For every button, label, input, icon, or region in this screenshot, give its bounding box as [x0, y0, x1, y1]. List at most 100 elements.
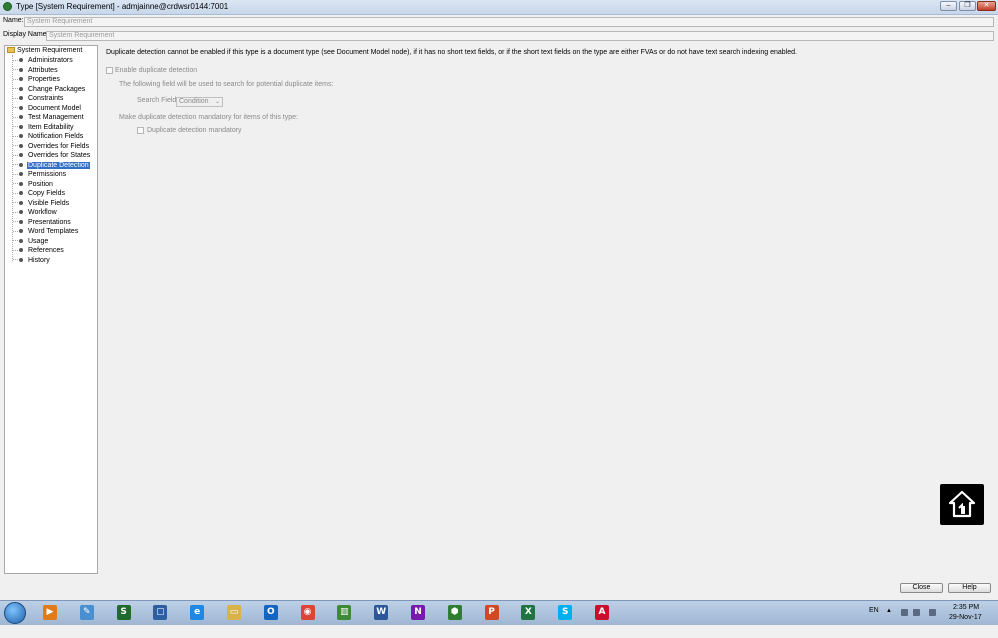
tree-branch-line: [13, 78, 18, 80]
tree-item-label: Overrides for States: [28, 152, 91, 159]
tree-item-label: Visible Fields: [28, 199, 70, 207]
bullet-icon: [19, 181, 23, 186]
tree-branch-line: [13, 183, 18, 185]
tree-item[interactable]: Test Management: [13, 113, 85, 122]
search-field-select[interactable]: Condition ⌄: [176, 97, 223, 107]
taskbar-app[interactable]: S: [550, 603, 580, 623]
tree-item[interactable]: Administrators: [13, 56, 74, 65]
bullet-icon: [19, 105, 23, 110]
tree-branch-line: [13, 249, 18, 251]
bullet-icon: [19, 257, 23, 262]
tree-item[interactable]: Workflow: [13, 208, 58, 217]
taskbar-app[interactable]: ◉: [293, 603, 323, 623]
taskbar-app[interactable]: N: [403, 603, 433, 623]
search-field-value: Condition: [179, 98, 209, 105]
tree-item-label: Permissions: [28, 171, 67, 178]
notice-text: Duplicate detection cannot be enabled if…: [106, 49, 797, 56]
taskbar-app[interactable]: e: [182, 603, 212, 623]
outlook-icon: O: [263, 605, 278, 620]
bullet-icon: [19, 238, 23, 243]
tree-item[interactable]: Copy Fields: [13, 189, 66, 198]
tree-item[interactable]: Constraints: [13, 94, 64, 103]
bullet-icon: [19, 96, 23, 101]
tree-item[interactable]: Document Model: [13, 104, 82, 113]
tree-item[interactable]: Overrides for States: [13, 151, 91, 160]
bullet-icon: [19, 86, 23, 91]
display-name-field[interactable]: System Requirement: [46, 31, 994, 41]
excel-icon: X: [521, 605, 536, 620]
media-player-icon: ▶: [43, 605, 57, 620]
action-center-icon[interactable]: [913, 609, 920, 616]
tree-item-label: History: [28, 256, 50, 264]
tree-item[interactable]: Presentations: [13, 218, 72, 227]
taskbar-app[interactable]: ⬢: [440, 603, 470, 623]
tree-item-label: Constraints: [28, 95, 64, 102]
clock-date[interactable]: 29-Nov-17: [949, 614, 982, 638]
tree-item[interactable]: Visible Fields: [13, 199, 70, 208]
bullet-icon: [19, 200, 23, 205]
network-icon[interactable]: [901, 609, 908, 616]
tree-item-label: Properties: [28, 76, 60, 83]
bullet-icon: [19, 229, 23, 234]
close-button[interactable]: Close: [900, 583, 943, 593]
search-field-hint: The following field will be used to sear…: [119, 81, 334, 88]
taskbar-app[interactable]: X: [513, 603, 543, 623]
taskbar-app[interactable]: P: [477, 603, 507, 623]
tree-item[interactable]: Usage: [13, 237, 49, 246]
tree-item-label: Test Management: [28, 114, 84, 121]
volume-icon[interactable]: [929, 609, 936, 616]
tree-item[interactable]: Change Packages: [13, 85, 86, 94]
window-title: Type [System Requirement] - admjainne@cr…: [16, 2, 229, 11]
tree-item-label: Administrators: [28, 57, 73, 64]
close-window-button[interactable]: ✕: [977, 1, 996, 11]
taskbar-app[interactable]: ▢: [145, 603, 175, 623]
tree-item[interactable]: History: [13, 256, 51, 265]
taskbar-app[interactable]: W: [366, 603, 396, 623]
folder-icon: [7, 47, 15, 54]
tree-item[interactable]: References: [13, 246, 65, 255]
tree-item[interactable]: Word Templates: [13, 227, 79, 236]
windows-taskbar: ▶ ✎ S ▢ e ▭ O ◉ ▥ W N ⬢ P X S A EN ▲ 2:35 PM 29-Nov-17: [0, 600, 998, 625]
minimize-button[interactable]: –: [940, 1, 957, 11]
help-button[interactable]: Help: [948, 583, 991, 593]
tree-item[interactable]: Properties: [13, 75, 61, 84]
tree-item[interactable]: Item Editability: [13, 123, 75, 132]
navigation-tree: System Requirement Administrators Attribu…: [4, 45, 98, 574]
name-field[interactable]: System Requirement: [24, 17, 994, 27]
enable-duplicate-detection-checkbox[interactable]: [106, 67, 113, 74]
bullet-icon: [19, 191, 23, 196]
tree-branch-line: [13, 59, 18, 61]
file-explorer-icon: ▭: [227, 605, 241, 620]
taskbar-app[interactable]: A: [587, 603, 617, 623]
taskbar-app[interactable]: ✎: [72, 603, 102, 623]
tree-item-label: Duplicate Detection: [27, 161, 90, 169]
tree-item[interactable]: Attributes: [13, 66, 59, 75]
tree-item[interactable]: Position: [13, 180, 54, 189]
tree-item-label: Overrides for Fields: [28, 142, 90, 150]
restore-button[interactable]: ❐: [959, 1, 976, 11]
taskbar-app[interactable]: ▶: [35, 603, 65, 623]
start-button[interactable]: [4, 602, 26, 624]
internet-explorer-icon: e: [190, 605, 205, 620]
tree-item[interactable]: Duplicate Detection: [13, 161, 90, 170]
tree-root-label: System Requirement: [17, 47, 83, 54]
tree-item[interactable]: Notification Fields: [13, 132, 84, 141]
duplicate-detection-mandatory-checkbox[interactable]: [137, 127, 144, 134]
taskbar-app[interactable]: O: [256, 603, 286, 623]
tree-branch-line: [13, 202, 18, 204]
bullet-icon: [19, 248, 23, 253]
tree-root[interactable]: System Requirement: [7, 47, 82, 54]
tree-item[interactable]: Overrides for Fields: [13, 142, 90, 151]
upload-overlay-button[interactable]: [940, 484, 984, 525]
taskbar-app[interactable]: ▥: [329, 603, 359, 623]
taskbar-app[interactable]: S: [109, 603, 139, 623]
show-hidden-icons-icon[interactable]: ▲: [886, 608, 892, 632]
tree-branch-line: [13, 230, 18, 232]
chevron-down-icon: ⌄: [214, 99, 220, 105]
taskbar-app[interactable]: ▭: [219, 603, 249, 623]
search-field-label: Search Field: [137, 97, 177, 104]
tree-item-label: Document Model: [28, 104, 81, 112]
tree-item[interactable]: Permissions: [13, 170, 67, 179]
tree-branch-line: [13, 259, 18, 261]
language-indicator[interactable]: EN: [869, 607, 879, 631]
